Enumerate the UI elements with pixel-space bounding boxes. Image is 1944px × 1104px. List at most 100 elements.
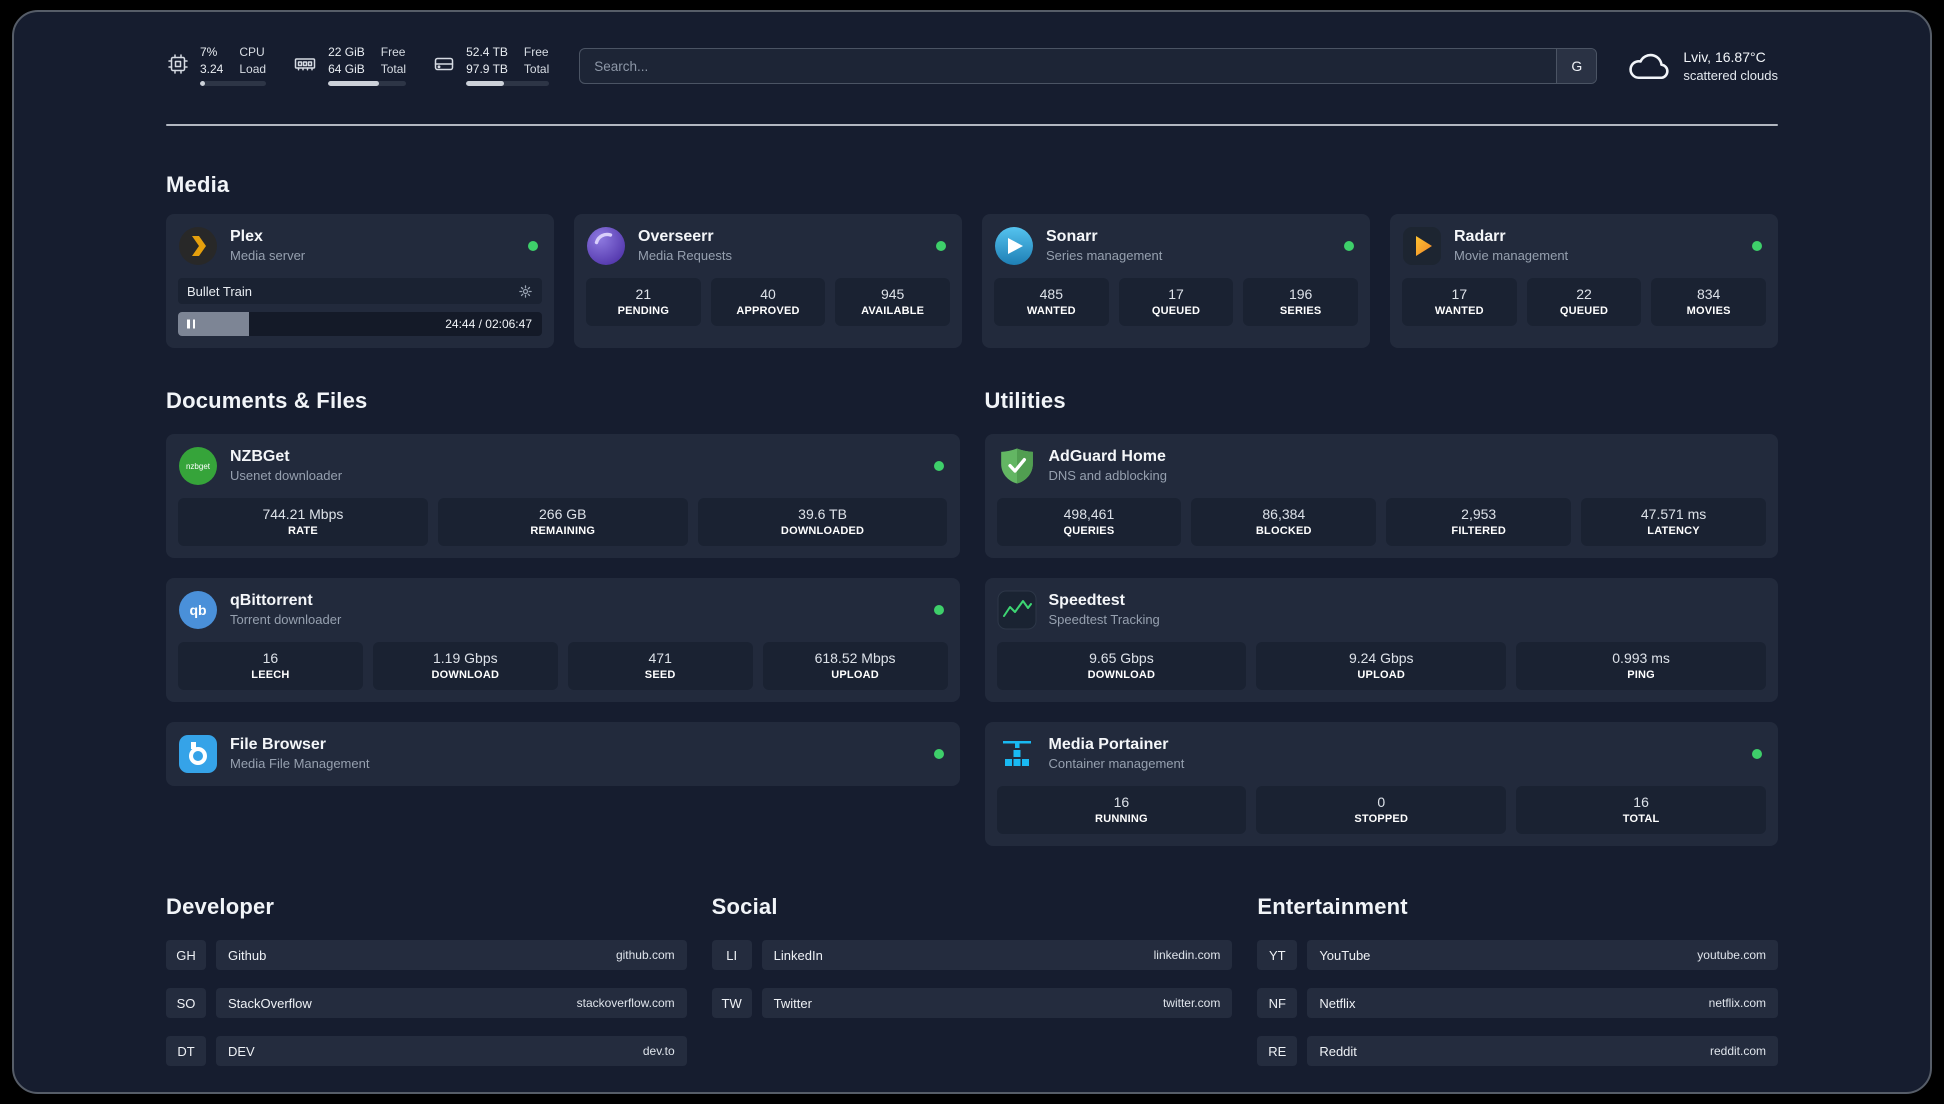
plex-card[interactable]: Plex Media server Bullet Train 24:44 / 0… [166, 214, 554, 348]
bookmark-url: reddit.com [1709, 1044, 1766, 1058]
qbittorrent-card[interactable]: qb qBittorrent Torrent downloader 16 LEE… [166, 578, 960, 702]
stat-value: 17 [1451, 286, 1468, 302]
stat-value: 17 [1168, 286, 1184, 302]
adguard-stat-latency: 47.571 ms LATENCY [1581, 498, 1766, 546]
search-input[interactable] [579, 48, 1598, 84]
bookmark-stackoverflow[interactable]: SO StackOverflow stackoverflow.com [166, 988, 687, 1018]
storage-widget: 52.4 TB 97.9 TB Free Total [432, 45, 550, 87]
stat-value: 834 [1696, 286, 1721, 302]
cpu-usage-bar-fill [200, 81, 205, 87]
bookmark-dev[interactable]: DT DEV dev.to [166, 1036, 687, 1066]
svg-text:nzbget: nzbget [186, 462, 211, 471]
plex-icon [178, 226, 218, 266]
overseerr-stat-available: 945 AVAILABLE [835, 278, 950, 326]
radarr-stat-wanted: 17 WANTED [1402, 278, 1517, 326]
app-subtitle: Speedtest Tracking [1048, 612, 1160, 628]
search-engine-button[interactable]: G [1556, 49, 1597, 83]
speedtest-card[interactable]: Speedtest Speedtest Tracking 9.65 Gbps D… [984, 578, 1778, 702]
portainer-icon [997, 734, 1037, 774]
speedtest-stat-upload: 9.24 Gbps UPLOAD [1256, 642, 1507, 690]
app-name: Plex [230, 227, 263, 245]
stat-label: REMAINING [530, 525, 596, 537]
stat-label: UPLOAD [831, 669, 879, 681]
adguard-stat-queries: 498,461 QUERIES [996, 498, 1182, 546]
sonarr-card[interactable]: Sonarr Series management 485 WANTED 17 Q… [982, 214, 1370, 348]
bookmark-abbr: NF [1257, 988, 1298, 1018]
stat-value: 39.6 TB [798, 506, 847, 522]
system-widgets: 7% 3.24 CPU Load 22 GiB 64 GiB Free Tota… [166, 44, 550, 87]
filebrowser-card[interactable]: File Browser Media File Management [166, 722, 960, 786]
stat-value: 945 [880, 286, 905, 302]
radarr-card[interactable]: Radarr Movie management 17 WANTED 22 QUE… [1390, 214, 1778, 348]
speedtest-stat-download: 9.65 Gbps DOWNLOAD [996, 642, 1247, 690]
cpu-load-value: 3.24 [200, 61, 224, 76]
bookmark-reddit[interactable]: RE Reddit reddit.com [1257, 1036, 1778, 1066]
stat-value: 40 [760, 286, 776, 302]
app-name: AdGuard Home [1048, 447, 1166, 465]
cpu-icon [166, 52, 190, 81]
stat-label: QUEUED [1559, 305, 1609, 317]
adguard-icon [997, 446, 1037, 486]
adguard-stat-filtered: 2,953 FILTERED [1386, 498, 1572, 546]
stat-label: WANTED [1434, 305, 1484, 317]
nzbget-stat-downloaded: 39.6 TB DOWNLOADED [697, 498, 948, 546]
now-playing-title: Bullet Train [187, 283, 253, 299]
storage-usage-bar [466, 81, 550, 87]
overseerr-card[interactable]: Overseerr Media Requests 21 PENDING 40 A… [574, 214, 962, 348]
app-subtitle: Container management [1048, 756, 1185, 772]
bookmark-name: Netflix [1319, 995, 1356, 1011]
stat-label: DOWNLOAD [1087, 669, 1156, 681]
stat-value: 22 [1576, 286, 1592, 302]
memory-free-label: Free [380, 44, 406, 59]
overseerr-stat-pending: 21 PENDING [586, 278, 701, 326]
stat-value: 16 [1113, 794, 1130, 810]
status-dot [1752, 749, 1762, 759]
cloud-icon [1627, 47, 1671, 86]
speedtest-icon [997, 590, 1037, 630]
adguard-card[interactable]: AdGuard Home DNS and adblocking 498,461 … [984, 434, 1778, 558]
gear-icon[interactable] [518, 284, 533, 299]
stat-label: PING [1627, 669, 1655, 681]
memory-icon [292, 52, 318, 81]
qbittorrent-stat-download: 1.19 Gbps DOWNLOAD [372, 642, 558, 690]
top-bar: 7% 3.24 CPU Load 22 GiB 64 GiB Free Tota… [166, 38, 1778, 94]
bookmark-youtube[interactable]: YT YouTube youtube.com [1257, 940, 1778, 970]
bookmark-name: StackOverflow [228, 995, 312, 1011]
pause-icon[interactable] [187, 319, 195, 329]
status-dot [933, 461, 944, 471]
playback-progress-bar: 24:44 / 02:06:47 [178, 312, 542, 336]
bookmark-url: dev.to [642, 1044, 675, 1058]
bookmark-linkedin[interactable]: LI LinkedIn linkedin.com [711, 940, 1233, 970]
stat-label: DOWNLOAD [431, 669, 500, 681]
memory-usage-bar-fill [328, 81, 379, 87]
memory-usage-bar [328, 81, 407, 87]
overseerr-icon [586, 226, 626, 266]
bookmark-github[interactable]: GH Github github.com [166, 940, 687, 970]
bookmark-twitter[interactable]: TW Twitter twitter.com [711, 988, 1233, 1018]
bookmark-netflix[interactable]: NF Netflix netflix.com [1257, 988, 1778, 1018]
app-subtitle: Movie management [1454, 248, 1569, 264]
storage-total-value: 97.9 TB [466, 61, 508, 76]
storage-total-label: Total [523, 61, 550, 76]
portainer-stat-running: 16 RUNNING [996, 786, 1247, 834]
app-subtitle: DNS and adblocking [1048, 468, 1168, 484]
portainer-card[interactable]: Media Portainer Container management 16 … [984, 722, 1778, 846]
sonarr-stat-queued: 17 QUEUED [1118, 278, 1234, 326]
section-title-developer: Developer [166, 894, 275, 919]
playback-time: 24:44 / 02:06:47 [445, 317, 532, 331]
cpu-usage-value: 7% [200, 44, 218, 59]
stat-label: AVAILABLE [861, 305, 925, 317]
nzbget-card[interactable]: nzbget NZBGet Usenet downloader 744.21 M… [166, 434, 960, 558]
stat-value: 196 [1288, 286, 1313, 302]
now-playing-bar: Bullet Train [178, 278, 542, 304]
weather-condition: scattered clouds [1683, 68, 1778, 83]
qbittorrent-stat-upload: 618.52 Mbps UPLOAD [762, 642, 948, 690]
svg-text:qb: qb [189, 602, 206, 618]
app-name: Media Portainer [1048, 735, 1169, 753]
status-dot [1344, 241, 1354, 251]
stat-value: 1.19 Gbps [433, 650, 498, 666]
topbar-divider [166, 124, 1778, 126]
bookmark-name: YouTube [1319, 947, 1371, 963]
app-subtitle: Media Requests [638, 248, 732, 264]
radarr-stat-movies: 834 MOVIES [1651, 278, 1766, 326]
